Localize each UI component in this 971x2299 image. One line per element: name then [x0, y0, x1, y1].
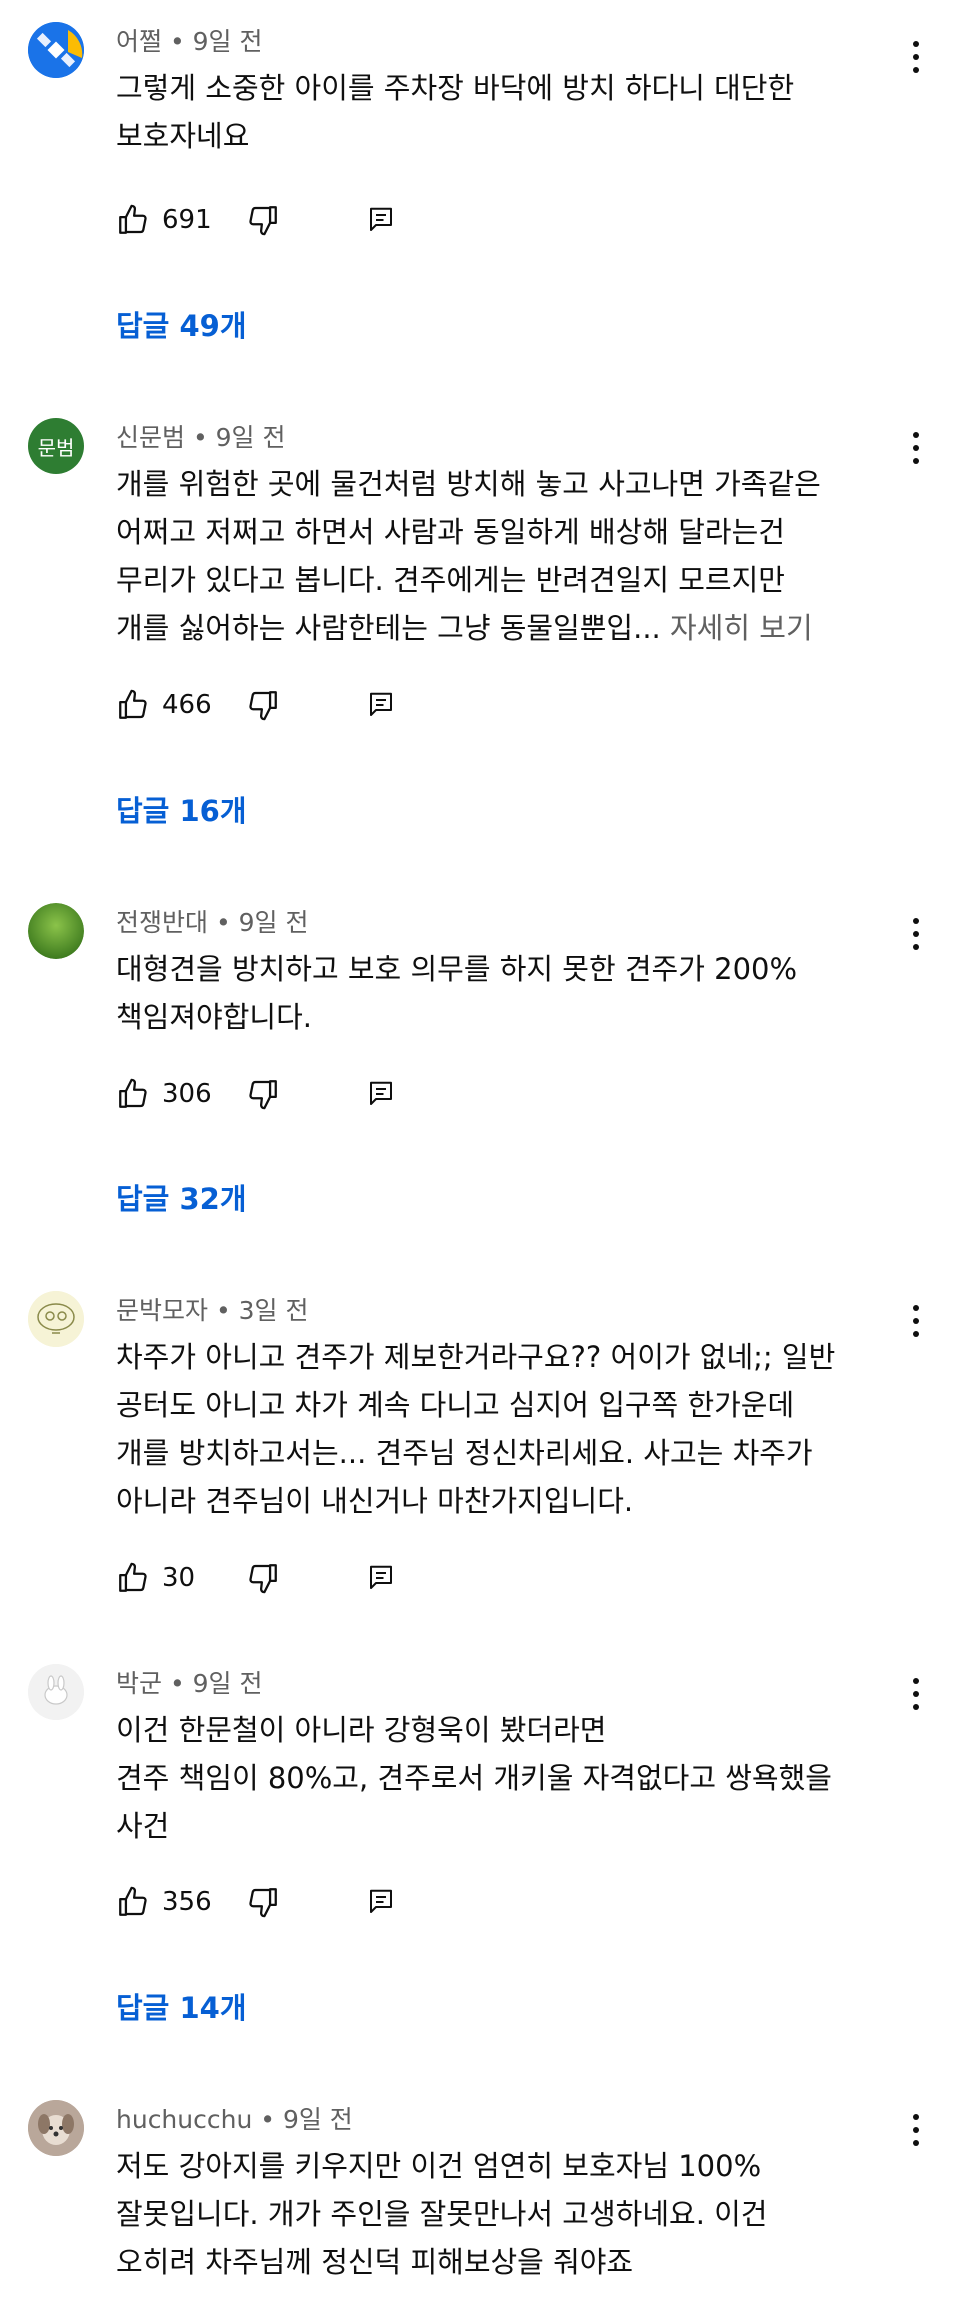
like-button[interactable]: 466	[116, 685, 212, 725]
author-name[interactable]: 박군	[116, 1669, 162, 1698]
avatar[interactable]	[28, 1291, 84, 1347]
like-count: 306	[162, 1079, 212, 1109]
avatar[interactable]	[28, 903, 84, 959]
comment-meta: 문박모자 • 3일 전	[116, 1296, 309, 1325]
more-vertical-icon[interactable]	[904, 2110, 928, 2150]
comment-meta: huchucchu • 9일 전	[116, 2105, 353, 2134]
comment-text-content: 대형견을 방치하고 보호 의무를 하지 못한 견주가 200% 책임져야합니다.	[116, 952, 798, 1034]
thumbs-down-icon	[249, 206, 277, 236]
like-button[interactable]: 691	[116, 200, 212, 240]
comment-text: 이건 한문철이 아니라 강형욱이 봤더라면 견주 책임이 80%고, 견주로서 …	[116, 1706, 896, 1850]
view-replies-link[interactable]: 답글 49개	[116, 303, 247, 345]
avatar[interactable]	[28, 1664, 84, 1720]
grass-photo	[28, 903, 84, 959]
like-button[interactable]: 306	[116, 1074, 212, 1114]
reply-comment-icon	[370, 1565, 392, 1589]
reply-button[interactable]	[366, 1558, 396, 1598]
reply-comment-icon	[370, 1889, 392, 1913]
cartoon-face-icon	[28, 1291, 84, 1347]
like-count: 30	[162, 1563, 196, 1593]
like-button[interactable]: 356	[116, 1882, 212, 1922]
comment-actions: 356	[116, 1882, 416, 1922]
comment-actions: 691	[116, 200, 416, 240]
dislike-button[interactable]	[246, 685, 280, 725]
avatar[interactable]	[28, 22, 84, 78]
comment-text-content: 이건 한문철이 아니라 강형욱이 봤더라면 견주 책임이 80%고, 견주로서 …	[116, 1713, 832, 1843]
thumbs-down-icon	[249, 1888, 277, 1918]
more-vertical-icon[interactable]	[904, 914, 928, 954]
satellite-icon	[28, 22, 84, 78]
author-name[interactable]: 어쩔	[116, 27, 162, 56]
comment-text: 대형견을 방치하고 보호 의무를 하지 못한 견주가 200% 책임져야합니다.	[116, 945, 896, 1041]
comment-text-content: 저도 강아지를 키우지만 이건 엄연히 보호자님 100% 잘못입니다. 개가 …	[116, 2149, 768, 2279]
comment-text: 그렇게 소중한 아이를 주차장 바닥에 방치 하다니 대단한 보호자네요	[116, 64, 896, 160]
like-count: 356	[162, 1887, 212, 1917]
comment-time: 9일 전	[192, 1669, 263, 1698]
reply-button[interactable]	[366, 1882, 396, 1922]
dislike-button[interactable]	[246, 200, 280, 240]
read-more-link[interactable]: 자세히 보기	[670, 611, 813, 645]
view-replies-link[interactable]: 답글 32개	[116, 1176, 247, 1218]
comment-time: 9일 전	[238, 908, 309, 937]
thumbs-up-icon	[119, 1562, 147, 1592]
comment-text: 개를 위험한 곳에 물건처럼 방치해 놓고 사고나면 가족같은 어쩌고 저쩌고 …	[116, 460, 896, 652]
more-vertical-icon[interactable]	[904, 1674, 928, 1714]
author-name[interactable]: 문박모자	[116, 1296, 208, 1325]
comment-time: 9일 전	[215, 423, 286, 452]
view-replies-link[interactable]: 답글 14개	[116, 1985, 247, 2027]
thumbs-up-icon	[119, 689, 147, 719]
comment-meta: 신문범 • 9일 전	[116, 423, 286, 452]
author-name[interactable]: huchucchu	[116, 2105, 252, 2134]
dislike-button[interactable]	[246, 1558, 280, 1598]
author-name[interactable]: 전쟁반대	[116, 908, 208, 937]
reply-comment-icon	[370, 692, 392, 716]
thumbs-down-icon	[249, 1564, 277, 1594]
puppy-photo	[28, 2100, 84, 2156]
reply-comment-icon	[370, 207, 392, 231]
thumbs-down-icon	[249, 1080, 277, 1110]
comment-time: 9일 전	[282, 2105, 353, 2134]
more-vertical-icon[interactable]	[904, 37, 928, 77]
comment-actions: 30	[116, 1558, 416, 1598]
author-name[interactable]: 신문범	[116, 423, 185, 452]
comment-text-content: 그렇게 소중한 아이를 주차장 바닥에 방치 하다니 대단한 보호자네요	[116, 71, 795, 153]
comment-meta: 어쩔 • 9일 전	[116, 27, 263, 56]
thumbs-up-icon	[119, 1886, 147, 1916]
like-button[interactable]: 30	[116, 1558, 195, 1598]
comment-meta: 전쟁반대 • 9일 전	[116, 908, 309, 937]
avatar-label: 문범	[37, 435, 75, 460]
thumbs-up-icon	[119, 204, 147, 234]
like-count: 466	[162, 690, 212, 720]
avatar[interactable]: 문범	[28, 418, 84, 474]
reply-comment-icon	[370, 1081, 392, 1105]
reply-button[interactable]	[366, 1074, 396, 1114]
rabbit-icon	[28, 1664, 84, 1720]
reply-button[interactable]	[366, 685, 396, 725]
comment-actions: 306	[116, 1074, 416, 1114]
avatar[interactable]	[28, 2100, 84, 2156]
dislike-button[interactable]	[246, 1882, 280, 1922]
dislike-button[interactable]	[246, 1074, 280, 1114]
comment-time: 9일 전	[192, 27, 263, 56]
more-vertical-icon[interactable]	[904, 1301, 928, 1341]
comment-text: 차주가 아니고 견주가 제보한거라구요?? 어이가 없네;; 일반 공터도 아니…	[116, 1333, 896, 1525]
thumbs-down-icon	[249, 691, 277, 721]
thumbs-up-icon	[119, 1078, 147, 1108]
comment-meta: 박군 • 9일 전	[116, 1669, 263, 1698]
comment-actions: 466	[116, 685, 416, 725]
like-count: 691	[162, 205, 212, 235]
more-vertical-icon[interactable]	[904, 428, 928, 468]
comment-time: 3일 전	[238, 1296, 309, 1325]
view-replies-link[interactable]: 답글 16개	[116, 788, 247, 830]
reply-button[interactable]	[366, 200, 396, 240]
comment-text: 저도 강아지를 키우지만 이건 엄연히 보호자님 100% 잘못입니다. 개가 …	[116, 2142, 896, 2286]
comment-text-content: 차주가 아니고 견주가 제보한거라구요?? 어이가 없네;; 일반 공터도 아니…	[116, 1340, 836, 1518]
